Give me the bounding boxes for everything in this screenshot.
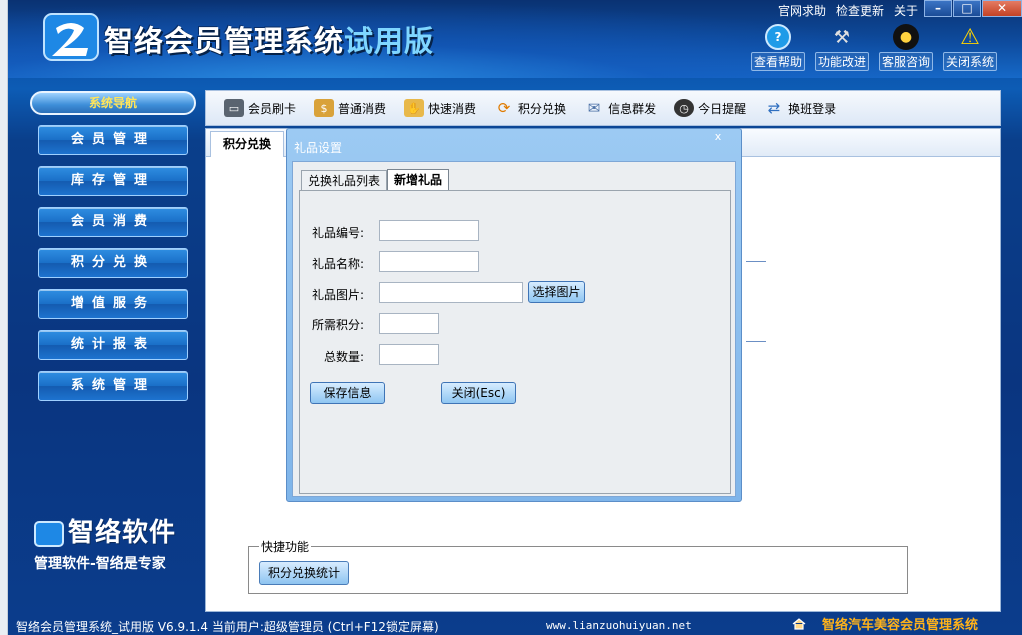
- home-icon: [792, 618, 806, 630]
- toolbar-shift-login[interactable]: ⇄ 换班登录: [764, 99, 836, 117]
- penguin-icon: ●: [893, 24, 919, 50]
- tab-points-exchange[interactable]: 积分兑换: [210, 131, 284, 157]
- nav-member-management[interactable]: 会员管理: [38, 125, 188, 155]
- dialog-title: 礼品设置: [294, 141, 343, 155]
- gift-name-label: 礼品名称:: [312, 257, 365, 271]
- gift-name-input[interactable]: [379, 251, 479, 272]
- brand-logo-icon: [34, 520, 64, 547]
- status-bar: 智络会员管理系统_试用版 V6.9.1.4 当前用户:超级管理员 (Ctrl+F…: [8, 614, 1022, 635]
- warning-icon: ⚠: [960, 24, 980, 50]
- divider-line: [746, 261, 766, 262]
- toolbar-normal-consume-label: 普通消费: [338, 101, 387, 116]
- window-controls: – □ ✕: [923, 0, 1022, 17]
- minimize-button[interactable]: –: [924, 0, 952, 17]
- toolbar-quick-consume-label: 快速消费: [428, 101, 477, 116]
- help-icon: ?: [765, 24, 791, 50]
- app-logo-icon: [43, 13, 99, 61]
- background-window-edge: [0, 0, 8, 635]
- title-bar: 智络会员管理系统试用版 官网求助 检查更新 关于 – □ ✕ ? 查看帮助 ⚒ …: [8, 0, 1022, 78]
- dialog-body: 兑换礼品列表 新增礼品 礼品编号: 礼品名称: 礼品图片: 选择图片 所需积分:…: [292, 161, 736, 497]
- dialog-close-icon[interactable]: x: [707, 130, 729, 144]
- quick-functions-group: 快捷功能 积分兑换统计: [248, 538, 908, 594]
- nav-header: 系统导航: [30, 91, 196, 115]
- link-official-help[interactable]: 官网求助: [778, 2, 826, 19]
- toolbar-shift-login-label: 换班登录: [788, 101, 837, 116]
- tools-icon: ⚒: [833, 26, 851, 48]
- brand-block: 智络软件 管理软件-智络是专家: [34, 512, 176, 573]
- top-links: 官网求助 检查更新 关于: [778, 2, 918, 19]
- toolbar-member-swipe-label: 会员刷卡: [248, 101, 297, 116]
- shift-icon: ⇄: [767, 99, 781, 117]
- status-info: 智络会员管理系统_试用版 V6.9.1.4 当前用户:超级管理员 (Ctrl+F…: [16, 620, 439, 634]
- divider-line: [746, 341, 766, 342]
- help-button-label: 查看帮助: [750, 52, 805, 71]
- help-button[interactable]: ? 查看帮助: [746, 24, 810, 71]
- close-window-button[interactable]: ✕: [982, 0, 1022, 17]
- card-icon: ▭: [224, 99, 244, 117]
- app-title-trial: 试用版: [344, 24, 435, 58]
- clock-icon: ◷: [674, 99, 695, 117]
- nav-reports[interactable]: 统计报表: [38, 330, 188, 360]
- toolbar-quick-consume[interactable]: ✋ 快速消费: [404, 99, 476, 117]
- quick-toolbar: ▭ 会员刷卡 $ 普通消费 ✋ 快速消费 ⟳ 积分兑换 ✉ 信息群发 ◷ 今日提…: [205, 90, 1001, 126]
- brand-name: 智络软件: [34, 512, 176, 549]
- app-title: 智络会员管理系统试用版: [104, 18, 434, 60]
- maximize-button[interactable]: □: [953, 0, 981, 17]
- close-esc-button[interactable]: 关闭(Esc): [441, 382, 516, 404]
- coin-bag-icon: $: [314, 99, 335, 117]
- toolbar-today-reminder[interactable]: ◷ 今日提醒: [674, 99, 746, 117]
- app-title-main: 智络会员管理系统: [104, 24, 345, 58]
- gift-image-label: 礼品图片:: [312, 288, 365, 302]
- status-product-name: 智络汽车美容会员管理系统: [822, 618, 979, 633]
- exit-system-label: 关闭系统: [942, 52, 997, 71]
- points-exchange-stats-button[interactable]: 积分兑换统计: [259, 561, 350, 585]
- support-chat-label: 客服咨询: [878, 52, 933, 71]
- feature-improve-button[interactable]: ⚒ 功能改进: [810, 24, 874, 71]
- total-quantity-label: 总数量:: [324, 350, 365, 364]
- brand-name-text: 智络软件: [68, 518, 177, 548]
- exchange-icon: ⟳: [497, 99, 511, 117]
- tab-add-gift[interactable]: 新增礼品: [387, 169, 450, 191]
- toolbar-mass-message[interactable]: ✉ 信息群发: [584, 99, 656, 117]
- toolbar-points-exchange[interactable]: ⟳ 积分兑换: [494, 99, 566, 117]
- toolbar-normal-consume[interactable]: $ 普通消费: [314, 99, 386, 117]
- quick-functions-legend: 快捷功能: [259, 538, 312, 555]
- dialog-tabs: 兑换礼品列表 新增礼品: [301, 169, 450, 191]
- add-gift-panel: 礼品编号: 礼品名称: 礼品图片: 选择图片 所需积分: 总数量: 保存信息 关…: [299, 190, 731, 494]
- brand-slogan: 管理软件-智络是专家: [34, 556, 166, 572]
- toolbar-points-exchange-label: 积分兑换: [518, 101, 567, 116]
- gift-image-input[interactable]: [379, 282, 523, 303]
- hand-coins-icon: ✋: [404, 99, 425, 117]
- toolbar-member-swipe[interactable]: ▭ 会员刷卡: [224, 99, 296, 117]
- select-image-button[interactable]: 选择图片: [528, 281, 585, 303]
- top-buttons: ? 查看帮助 ⚒ 功能改进 ● 客服咨询 ⚠ 关闭系统: [746, 24, 1002, 71]
- required-points-label: 所需积分:: [312, 318, 365, 332]
- support-chat-button[interactable]: ● 客服咨询: [874, 24, 938, 71]
- exit-system-button[interactable]: ⚠ 关闭系统: [938, 24, 1002, 71]
- toolbar-today-reminder-label: 今日提醒: [698, 101, 747, 116]
- feature-improve-label: 功能改进: [814, 52, 869, 71]
- tab-gift-list[interactable]: 兑换礼品列表: [301, 170, 388, 191]
- link-check-update[interactable]: 检查更新: [836, 2, 884, 19]
- nav-inventory-management[interactable]: 库存管理: [38, 166, 188, 196]
- envelope-icon: ✉: [587, 99, 601, 117]
- total-quantity-input[interactable]: [379, 344, 439, 365]
- required-points-input[interactable]: [379, 313, 439, 334]
- save-info-button[interactable]: 保存信息: [310, 382, 385, 404]
- nav-points-exchange[interactable]: 积分兑换: [38, 248, 188, 278]
- gift-code-input[interactable]: [379, 220, 479, 241]
- link-about[interactable]: 关于: [894, 2, 918, 19]
- status-url[interactable]: www.lianzuohuiyuan.net: [546, 619, 692, 632]
- nav-value-added[interactable]: 增值服务: [38, 289, 188, 319]
- toolbar-mass-message-label: 信息群发: [608, 101, 657, 116]
- nav-system-management[interactable]: 系统管理: [38, 371, 188, 401]
- app-window: 智络会员管理系统试用版 官网求助 检查更新 关于 – □ ✕ ? 查看帮助 ⚒ …: [8, 0, 1022, 635]
- nav-member-consumption[interactable]: 会员消费: [38, 207, 188, 237]
- gift-code-label: 礼品编号:: [312, 226, 365, 240]
- gift-settings-dialog: 礼品设置 x 兑换礼品列表 新增礼品 礼品编号: 礼品名称: 礼品图片: 选择图…: [286, 128, 742, 502]
